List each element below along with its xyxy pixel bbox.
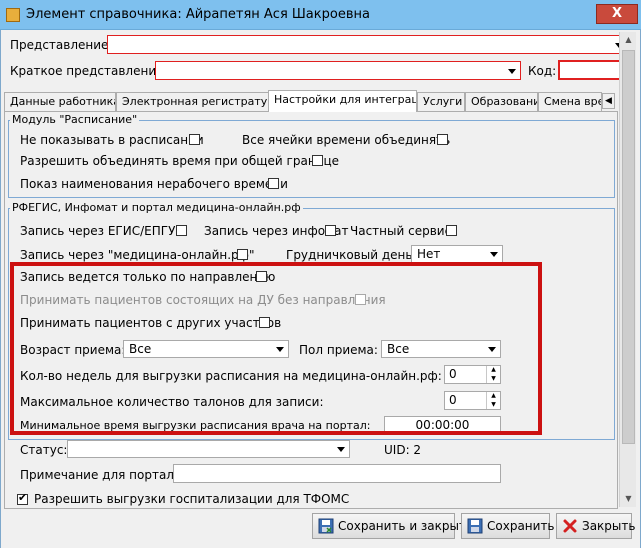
scroll-up-icon[interactable]: ▲ <box>620 32 637 48</box>
uid-label: UID: 2 <box>384 443 422 457</box>
private-service-label: Частный сервис <box>350 224 452 238</box>
code-input[interactable] <box>558 60 628 80</box>
tab-education[interactable]: Образование <box>465 92 538 112</box>
tab-integration-settings[interactable]: Настройки для интеграции <box>268 90 417 112</box>
tab-employee-data[interactable]: Данные работника <box>4 92 116 112</box>
merge-all-label: Все ячейки времени объединять <box>242 133 451 147</box>
window-close-button[interactable]: X <box>596 4 638 24</box>
save-and-close-button[interactable]: Сохранить и закрыть <box>312 513 473 539</box>
dont-show-checkbox[interactable] <box>189 134 200 145</box>
save-button[interactable]: Сохранить <box>461 513 555 539</box>
tab-label: Смена врем <box>544 95 601 108</box>
integration-group-title: РФЕГИС, Инфомат и портал медицина-онлайн… <box>10 201 303 214</box>
tfoms-checkbox[interactable] <box>17 491 28 505</box>
tab-label: Данные работника <box>10 95 116 108</box>
highlight-frame <box>10 262 542 435</box>
show-nonworking-label: Показ наименования нерабочего времени <box>20 177 288 191</box>
tfoms-label: Разрешить выгрузки госпитализации для ТФ… <box>34 492 350 506</box>
infomat-checkbox[interactable] <box>325 225 336 236</box>
tab-label: Образование <box>471 95 537 108</box>
infant-day-label: Грудничковый день: <box>286 248 417 262</box>
dropdown-arrow-icon[interactable] <box>337 447 345 452</box>
tab-label: Настройки для интеграции <box>274 93 416 106</box>
code-label: Код: <box>528 64 557 78</box>
medonline-checkbox[interactable] <box>237 249 248 260</box>
save-disk-icon <box>467 518 483 534</box>
representation-input[interactable] <box>107 35 628 54</box>
infant-day-value: Нет <box>417 247 441 261</box>
medonline-label: Запись через "медицина-онлайн.рф" <box>20 248 255 262</box>
infant-day-select[interactable]: Нет <box>411 245 503 263</box>
tab-electronic-registry[interactable]: Электронная регистратура <box>116 92 269 112</box>
merge-all-checkbox[interactable] <box>437 134 448 145</box>
portal-note-label: Примечание для портала: <box>20 468 186 482</box>
merge-border-label: Разрешить объединять время при общей гра… <box>20 154 340 168</box>
dont-show-label: Не показывать в расписании <box>20 133 204 147</box>
tab-label: Услуги <box>423 95 463 108</box>
short-representation-label: Краткое представление: <box>10 64 168 78</box>
scroll-thumb[interactable] <box>622 50 635 444</box>
representation-label: Представление: <box>10 38 113 52</box>
close-x-icon <box>563 519 577 533</box>
status-select[interactable] <box>67 440 350 458</box>
vertical-scrollbar[interactable]: ▲ ▼ <box>619 32 636 507</box>
scroll-down-icon[interactable]: ▼ <box>620 491 637 507</box>
save-label: Сохранить <box>487 519 555 533</box>
save-and-close-label: Сохранить и закрыть <box>338 519 474 533</box>
tab-label: Электронная регистратура <box>122 95 269 108</box>
window-title: Элемент справочника: Айрапетян Ася Шакро… <box>26 7 370 22</box>
tab-strip: Данные работника Электронная регистратур… <box>4 90 615 112</box>
egis-label: Запись через ЕГИС/ЕПГУ <box>20 224 176 238</box>
egis-checkbox[interactable] <box>176 225 187 236</box>
dropdown-arrow-icon[interactable] <box>508 68 516 74</box>
schedule-module-title: Модуль "Расписание" <box>10 113 140 126</box>
tab-services[interactable]: Услуги <box>417 92 465 112</box>
tab-shift-time[interactable]: Смена врем <box>538 92 602 112</box>
private-service-checkbox[interactable] <box>446 225 457 236</box>
save-disk-icon <box>318 518 334 534</box>
dropdown-arrow-icon[interactable] <box>490 252 498 257</box>
tab-scroll-left-icon[interactable]: ◀ <box>602 93 615 109</box>
close-label: Закрыть <box>582 519 636 533</box>
portal-note-input[interactable] <box>173 464 501 483</box>
status-label: Статус: <box>20 443 68 457</box>
show-nonworking-checkbox[interactable] <box>268 178 279 189</box>
merge-border-checkbox[interactable] <box>312 155 323 166</box>
app-icon <box>6 8 20 22</box>
short-representation-input[interactable] <box>155 61 521 80</box>
close-button[interactable]: Закрыть <box>556 513 636 539</box>
